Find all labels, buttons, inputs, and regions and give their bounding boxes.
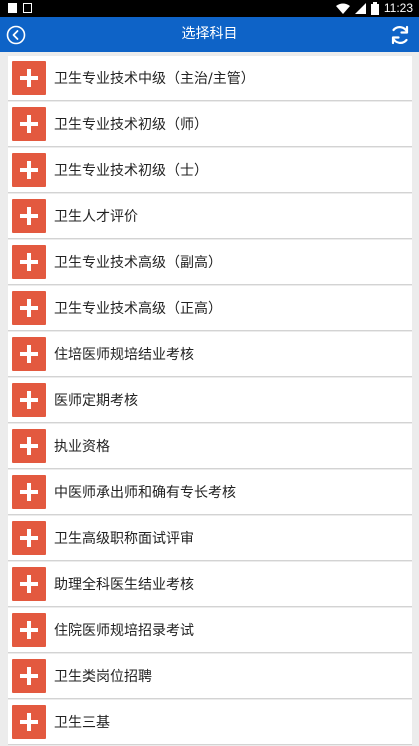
plus-icon[interactable] [12, 153, 46, 187]
item-label: 卫生专业技术初级（士） [54, 163, 208, 179]
plus-icon[interactable] [12, 337, 46, 371]
plus-icon[interactable] [12, 567, 46, 601]
subject-list: 卫生专业技术中级（主治/主管） 卫生专业技术初级（师） 卫生专业技术初级（士） … [8, 56, 412, 746]
plus-icon[interactable] [12, 429, 46, 463]
item-label: 卫生人才评价 [54, 209, 138, 225]
plus-icon[interactable] [12, 291, 46, 325]
refresh-icon[interactable] [389, 24, 411, 46]
list-item[interactable]: 中医师承出师和确有专长考核 [8, 470, 412, 515]
list-item[interactable]: 卫生专业技术中级（主治/主管） [8, 56, 412, 101]
item-label: 住院医师规培招录考试 [54, 623, 194, 639]
list-item[interactable]: 医师定期考核 [8, 378, 412, 423]
item-label: 卫生专业技术中级（主治/主管） [54, 71, 255, 87]
item-label: 中医师承出师和确有专长考核 [54, 485, 236, 501]
item-label: 医师定期考核 [54, 393, 138, 409]
app-bar: 选择科目 [0, 17, 419, 52]
plus-icon[interactable] [12, 245, 46, 279]
plus-icon[interactable] [12, 705, 46, 739]
item-label: 助理全科医生结业考核 [54, 577, 194, 593]
plus-icon[interactable] [12, 107, 46, 141]
plus-icon[interactable] [12, 199, 46, 233]
item-label: 卫生三基 [54, 715, 110, 731]
plus-icon[interactable] [12, 659, 46, 693]
signal-icon [354, 3, 366, 14]
list-item[interactable]: 卫生三基 [8, 700, 412, 745]
list-item[interactable]: 卫生人才评价 [8, 194, 412, 239]
status-time: 11:23 [383, 1, 413, 15]
plus-icon[interactable] [12, 613, 46, 647]
list-item[interactable]: 住院医师规培招录考试 [8, 608, 412, 653]
wifi-icon [335, 3, 350, 14]
list-item[interactable]: 住培医师规培结业考核 [8, 332, 412, 377]
notification-icons [8, 3, 32, 13]
plus-icon[interactable] [12, 383, 46, 417]
plus-icon[interactable] [12, 475, 46, 509]
item-label: 卫生专业技术高级（正高） [54, 301, 222, 317]
list-item[interactable]: 卫生专业技术初级（师） [8, 102, 412, 147]
item-label: 卫生专业技术初级（师） [54, 117, 208, 133]
list-item[interactable]: 卫生专业技术高级（正高） [8, 286, 412, 331]
battery-icon [370, 2, 379, 15]
item-label: 执业资格 [54, 439, 110, 455]
plus-icon[interactable] [12, 521, 46, 555]
page-title: 选择科目 [181, 26, 238, 42]
list-item[interactable]: 卫生类岗位招聘 [8, 654, 412, 699]
item-label: 住培医师规培结业考核 [54, 347, 194, 363]
item-label: 卫生类岗位招聘 [54, 669, 152, 685]
notification-icon [8, 3, 17, 13]
notification-icon [23, 3, 32, 13]
status-bar: 11:23 [0, 0, 419, 17]
list-item[interactable]: 卫生高级职称面试评审 [8, 516, 412, 561]
list-item[interactable]: 卫生专业技术高级（副高） [8, 240, 412, 285]
item-label: 卫生高级职称面试评审 [54, 531, 194, 547]
list-item[interactable]: 卫生专业技术初级（士） [8, 148, 412, 193]
list-item[interactable]: 执业资格 [8, 424, 412, 469]
list-item[interactable]: 助理全科医生结业考核 [8, 562, 412, 607]
plus-icon[interactable] [12, 61, 46, 95]
item-label: 卫生专业技术高级（副高） [54, 255, 222, 271]
status-right: 11:23 [335, 1, 413, 16]
